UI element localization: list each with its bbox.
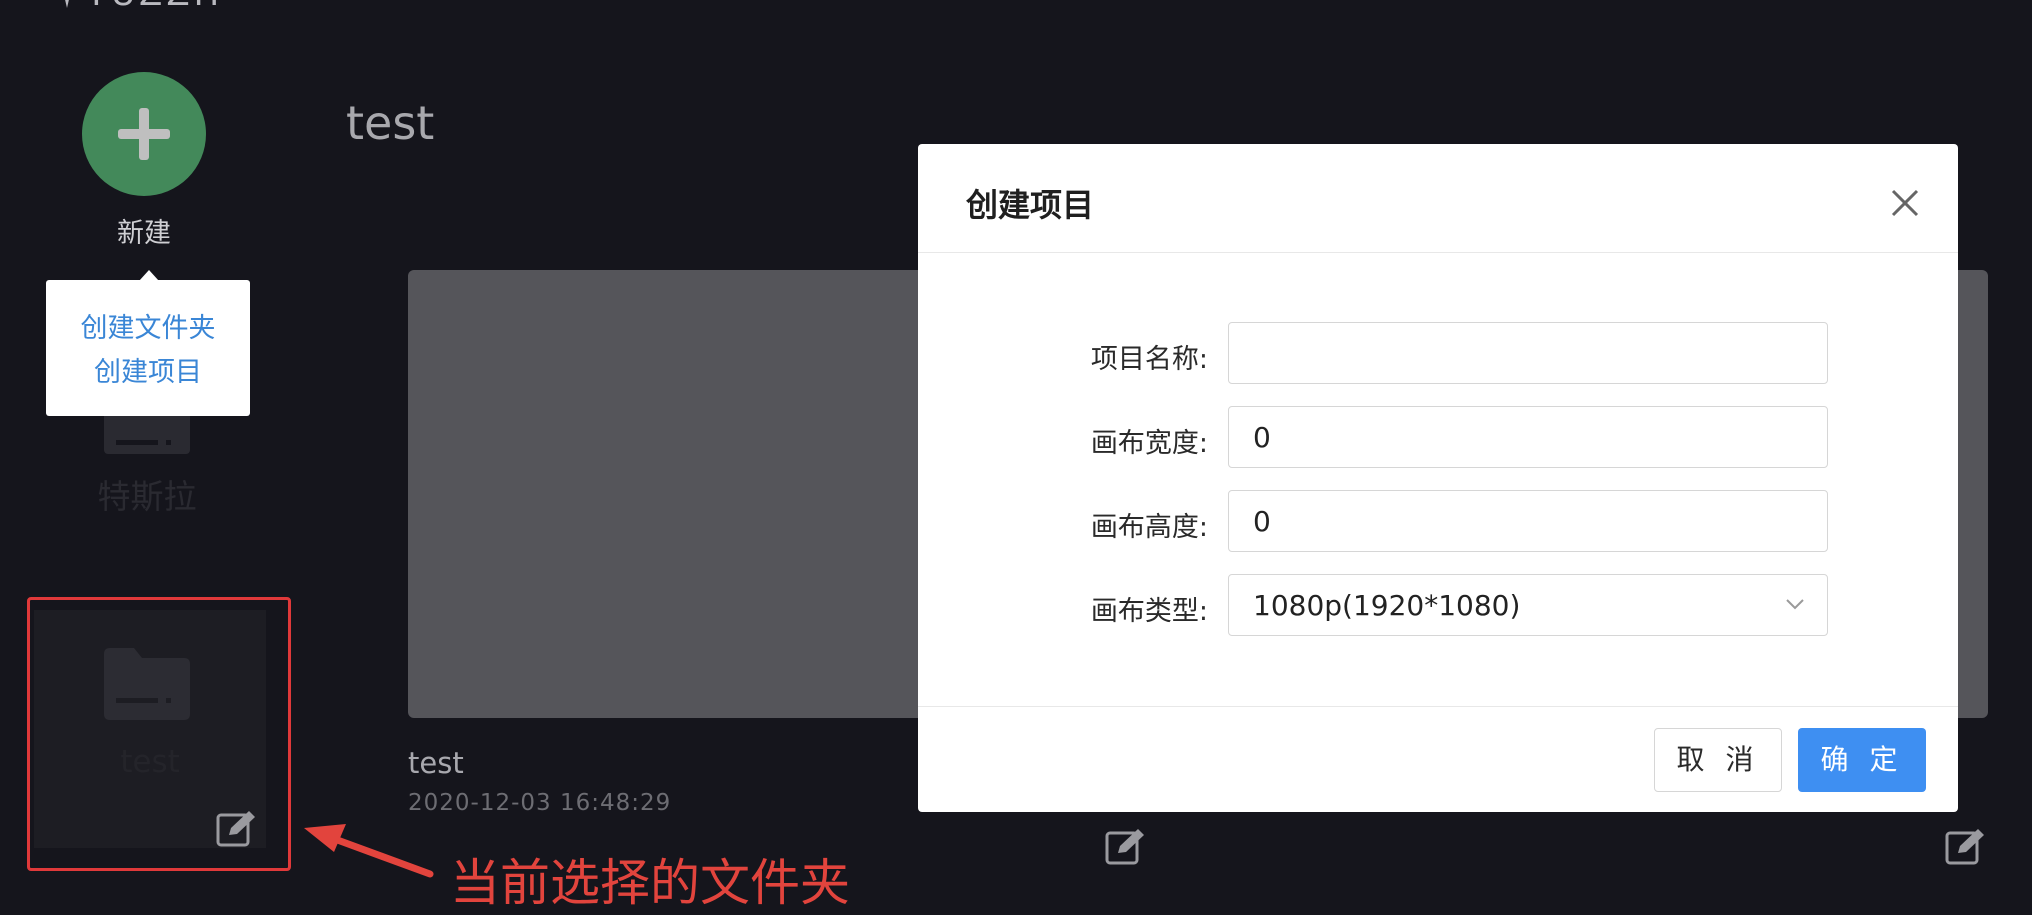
- canvas-height-label: 画布高度:: [1090, 512, 1208, 543]
- create-project-dialog: 创建项目 项目名称: 画布宽度: 画布高度: 画布类型: 1080p(1920*…: [918, 144, 1958, 812]
- create-folder-menu-item[interactable]: 创建文件夹: [46, 306, 250, 345]
- dialog-footer-divider: [918, 706, 1958, 707]
- chevron-down-icon: [1786, 599, 1804, 610]
- new-button[interactable]: [82, 72, 206, 196]
- create-project-menu-item[interactable]: 创建项目: [46, 350, 250, 389]
- app-logo: TUZZH: [60, 0, 280, 14]
- canvas-width-input[interactable]: [1228, 406, 1828, 468]
- arrow-annotation: [304, 824, 434, 878]
- confirm-button[interactable]: 确 定: [1798, 728, 1926, 792]
- edit-icon[interactable]: [1944, 826, 1988, 866]
- edit-icon[interactable]: [1104, 826, 1148, 866]
- canvas-type-label: 画布类型:: [1090, 596, 1208, 627]
- logo-mark-icon: [65, 0, 69, 8]
- project-card-name: test: [408, 746, 464, 780]
- canvas-width-label: 画布宽度:: [1090, 428, 1208, 459]
- project-name-label: 项目名称:: [1090, 344, 1208, 375]
- dialog-header-divider: [918, 252, 1958, 253]
- new-button-label: 新建: [117, 218, 171, 249]
- new-popover-menu: 创建文件夹 创建项目: [46, 280, 250, 416]
- selected-folder-highlight: [27, 597, 291, 871]
- annotation-text: 当前选择的文件夹: [450, 854, 850, 912]
- canvas-height-input[interactable]: [1228, 490, 1828, 552]
- canvas-type-select[interactable]: 1080p(1920*1080): [1228, 574, 1828, 636]
- canvas-type-value: 1080p(1920*1080): [1253, 589, 1521, 622]
- project-card-date: 2020-12-03 16:48:29: [408, 790, 672, 816]
- logo-text: TUZZH: [86, 0, 223, 14]
- cancel-button[interactable]: 取 消: [1654, 728, 1782, 792]
- folder-label-tesla[interactable]: 特斯拉: [82, 470, 212, 518]
- page-title: test: [346, 96, 435, 150]
- plus-icon: [118, 108, 170, 160]
- project-name-input[interactable]: [1228, 322, 1828, 384]
- dialog-title: 创建项目: [966, 186, 1095, 224]
- close-icon[interactable]: [1888, 186, 1922, 220]
